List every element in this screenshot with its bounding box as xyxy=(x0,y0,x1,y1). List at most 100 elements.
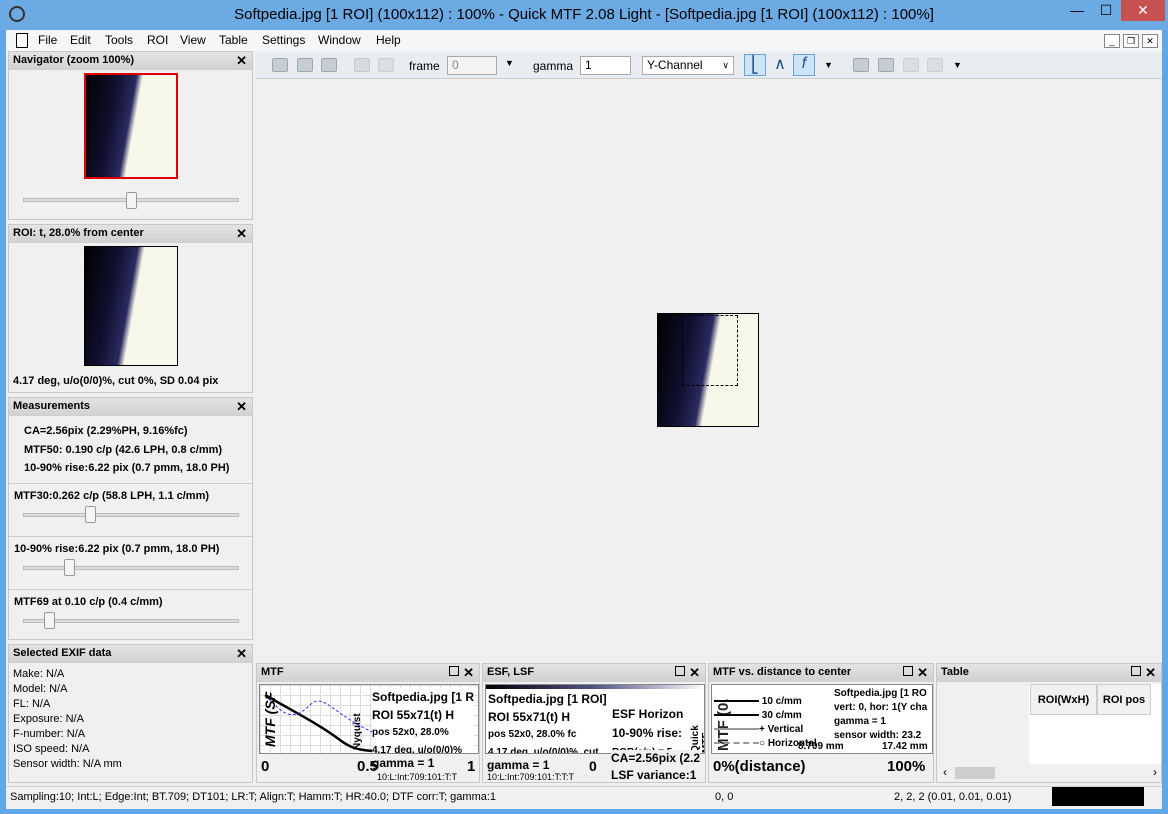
scrollbar-thumb[interactable] xyxy=(955,767,995,779)
esf-x0: 0 xyxy=(589,758,597,774)
mtf-distance-plot[interactable]: MTF (0. 10 c/mm 30 c/mm + Vertical ○ Hor… xyxy=(711,684,933,754)
mtf69-slider-thumb[interactable] xyxy=(43,612,55,629)
navigator-thumbnail[interactable] xyxy=(84,73,178,179)
menu-tools[interactable]: Tools xyxy=(105,33,133,47)
window-title: Softpedia.jpg [1 ROI] (100x112) : 100% -… xyxy=(234,6,934,23)
mtf-view-icon[interactable]: ⎣ xyxy=(744,54,766,76)
mdi-close-button[interactable]: ✕ xyxy=(1142,34,1158,48)
restore-icon[interactable] xyxy=(449,666,459,676)
exif-panel: Selected EXIF data ✕ Make: N/A Model: N/A… xyxy=(8,644,253,783)
channel-select[interactable]: Y-Channel ∨ xyxy=(642,56,734,75)
menu-edit[interactable]: Edit xyxy=(70,33,91,47)
scroll-left-icon[interactable]: ‹ xyxy=(943,765,947,779)
mtf-distance-panel: MTF vs. distance to center ✕ MTF (0. 10 c… xyxy=(708,663,934,783)
column-header-roi-size[interactable]: ROI(WxH) xyxy=(1030,684,1097,715)
exif-exposure: Exposure: N/A xyxy=(13,713,84,725)
restore-icon[interactable] xyxy=(903,666,913,676)
mtf-x2: 1 xyxy=(467,758,476,775)
esf-lsf-variance: LSF variance:1 xyxy=(611,768,697,782)
close-icon[interactable]: ✕ xyxy=(236,399,247,415)
rise-slider[interactable] xyxy=(23,566,239,570)
table-title: Table xyxy=(941,666,969,678)
mtf-distance-title: MTF vs. distance to center xyxy=(713,666,852,678)
close-icon[interactable]: ✕ xyxy=(236,226,247,242)
document-icon[interactable] xyxy=(16,33,28,48)
close-icon[interactable]: ✕ xyxy=(463,665,474,681)
mdi-restore-button[interactable]: ❐ xyxy=(1123,34,1139,48)
tick-1: 8.709 mm xyxy=(798,741,844,752)
minimize-button[interactable]: — xyxy=(1063,0,1091,21)
legend-10cmm: 10 c/mm xyxy=(714,695,817,709)
rise-label: 10-90% rise:6.22 pix (0.7 pmm, 18.0 PH) xyxy=(14,543,220,555)
navigator-panel: Navigator (zoom 100%) ✕ xyxy=(8,51,253,220)
mtf-info-line: pos 52x0, 28.0% xyxy=(372,727,449,738)
mtf-plot[interactable]: MTF (SF Nyquist Softpedia.jpg [1 R ROI 5… xyxy=(259,684,479,754)
open-multiple-icon[interactable] xyxy=(297,58,313,72)
maximize-button[interactable]: ☐ xyxy=(1092,0,1120,21)
menu-roi[interactable]: ROI xyxy=(147,33,168,47)
toolbar-overflow-icon-2[interactable]: ▼ xyxy=(953,60,962,70)
restore-icon[interactable] xyxy=(1131,666,1141,676)
mdi-minimize-button[interactable]: _ xyxy=(1104,34,1120,48)
add-multiple-roi-icon[interactable] xyxy=(878,58,894,72)
frame-dropdown-icon[interactable]: ▼ xyxy=(505,58,514,68)
mtf30-slider-thumb[interactable] xyxy=(84,506,96,523)
save-icon[interactable] xyxy=(321,58,337,72)
mtf30-slider[interactable] xyxy=(23,513,239,517)
add-roi-icon[interactable] xyxy=(853,58,869,72)
roi-title: ROI: t, 28.0% from center xyxy=(13,227,144,239)
gamma-input[interactable]: 1 xyxy=(580,56,631,75)
mtf69-slider[interactable] xyxy=(23,619,239,623)
zoom-slider-thumb[interactable] xyxy=(125,192,137,209)
close-icon[interactable]: ✕ xyxy=(1145,665,1156,681)
mtf-info-line: 4.17 deg, u/o(0/0)% xyxy=(372,745,463,754)
roi-selection[interactable] xyxy=(682,315,738,386)
close-icon[interactable]: ✕ xyxy=(236,53,247,69)
close-button[interactable]: ✕ xyxy=(1121,0,1165,21)
mtf-gamma: gamma = 1 xyxy=(372,756,435,770)
open-icon[interactable] xyxy=(272,58,288,72)
exif-model: Model: N/A xyxy=(13,683,68,695)
column-header-roi-pos[interactable]: ROI pos xyxy=(1097,684,1151,715)
mtf-footer: 10:L:Int:709:101:T:T xyxy=(377,772,458,782)
esf-plot[interactable]: Softpedia.jpg [1 ROI] ROI 55x71(t) H pos… xyxy=(485,684,705,754)
lsf-view-icon[interactable]: ∧ xyxy=(769,54,791,76)
menu-window[interactable]: Window xyxy=(318,33,361,47)
measurements-title: Measurements xyxy=(13,400,91,412)
scroll-right-icon[interactable]: › xyxy=(1153,765,1157,779)
close-icon[interactable]: ✕ xyxy=(917,665,928,681)
mtf-info-line: Softpedia.jpg [1 R xyxy=(372,690,474,704)
mtf-distance-info: Softpedia.jpg [1 RO vert: 0, hor: 1(Y ch… xyxy=(834,687,927,743)
frame-input[interactable]: 0 xyxy=(447,56,497,75)
rise-slider-thumb[interactable] xyxy=(64,559,75,576)
restore-icon[interactable] xyxy=(675,666,685,676)
results-table[interactable]: ROI(WxH) ROI pos xyxy=(939,684,1161,764)
exif-make: Make: N/A xyxy=(13,668,65,680)
roi-preview xyxy=(84,246,178,366)
horizontal-scrollbar[interactable]: ‹ › xyxy=(939,765,1161,781)
toolbar-overflow-icon[interactable]: ▼ xyxy=(824,60,833,70)
frame-label: frame xyxy=(409,59,440,73)
exif-fl: FL: N/A xyxy=(13,698,51,710)
legend-vertical: + Vertical xyxy=(714,723,817,737)
close-icon[interactable]: ✕ xyxy=(236,646,247,662)
close-icon[interactable]: ✕ xyxy=(689,665,700,681)
exif-fnumber: F-number: N/A xyxy=(13,728,86,740)
undo-icon[interactable] xyxy=(354,58,370,72)
menu-settings[interactable]: Settings xyxy=(262,33,305,47)
redo-icon[interactable] xyxy=(378,58,394,72)
esf-footer: 10:L:Int:709:101:T:T:T xyxy=(487,772,575,782)
distance-x0: 0%(distance) xyxy=(713,758,806,775)
esf-info-line: Softpedia.jpg [1 ROI] xyxy=(488,692,607,706)
remove-all-roi-icon[interactable] xyxy=(927,58,943,72)
mtf-info-line: ROI 55x71(t) H xyxy=(372,708,455,722)
exif-list: Make: N/A Model: N/A FL: N/A Exposure: N… xyxy=(13,667,122,772)
menu-view[interactable]: View xyxy=(180,33,206,47)
remove-roi-icon[interactable] xyxy=(903,58,919,72)
menu-file[interactable]: File xyxy=(38,33,57,47)
esf-panel: ESF, LSF ✕ Softpedia.jpg [1 ROI] ROI 55x7… xyxy=(482,663,706,783)
esf-info: Softpedia.jpg [1 ROI] ROI 55x71(t) H pos… xyxy=(488,690,607,753)
esf-view-icon[interactable]: f xyxy=(793,54,815,76)
menu-table[interactable]: Table xyxy=(219,33,248,47)
menu-help[interactable]: Help xyxy=(376,33,401,47)
